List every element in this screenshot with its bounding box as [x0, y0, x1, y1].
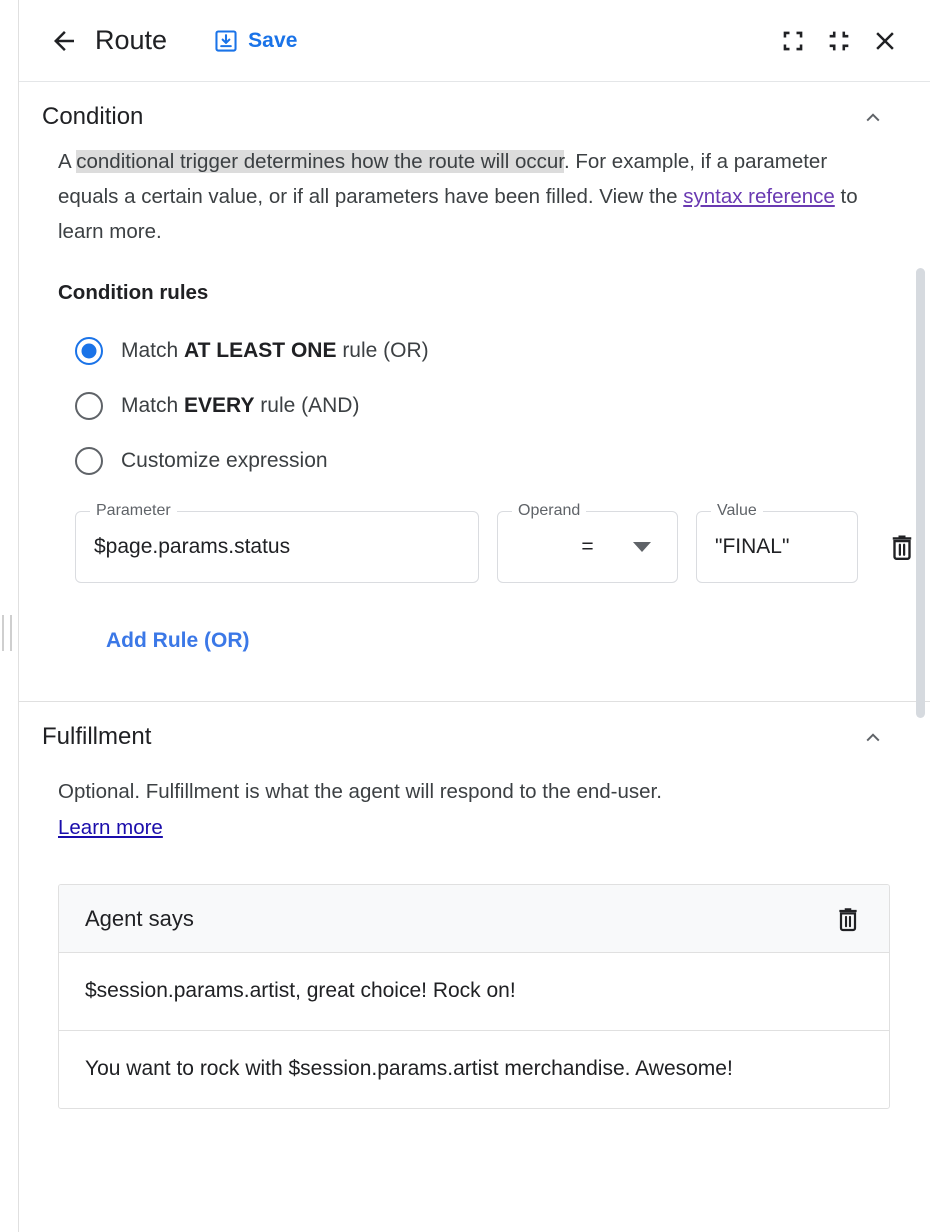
save-download-icon: [213, 28, 239, 54]
condition-rules-radio-group: Match AT LEAST ONE rule (OR) Match EVERY…: [58, 323, 890, 488]
radio-label: Match EVERY rule (AND): [121, 394, 359, 418]
scrollbar-track[interactable]: [914, 82, 928, 1232]
parameter-field-label: Parameter: [90, 502, 177, 520]
fullscreen-exit-icon: [825, 27, 853, 55]
radio-indicator: [75, 447, 103, 475]
chevron-up-icon: [860, 724, 886, 750]
condition-description: A conditional trigger determines how the…: [58, 144, 888, 249]
fulfillment-description: Optional. Fulfillment is what the agent …: [58, 774, 890, 846]
arrow-back-icon: [49, 26, 79, 56]
radio-label-prefix: Match: [121, 394, 184, 417]
back-button[interactable]: [43, 20, 85, 62]
agent-says-title: Agent says: [85, 906, 194, 932]
route-panel: Route Save: [0, 0, 930, 1232]
radio-label-strong: AT LEAST ONE: [184, 339, 336, 362]
fulfillment-section-body: Optional. Fulfillment is what the agent …: [19, 774, 930, 1109]
fullscreen-icon: [779, 27, 807, 55]
agent-message-row[interactable]: $session.params.artist, great choice! Ro…: [59, 953, 889, 1031]
desc-highlighted-text: conditional trigger determines how the r…: [76, 150, 564, 173]
radio-match-every[interactable]: Match EVERY rule (AND): [58, 378, 890, 433]
agent-says-card-header: Agent says: [59, 885, 889, 953]
save-button-label: Save: [248, 29, 297, 53]
trash-icon: [887, 532, 917, 562]
operand-field-label: Operand: [512, 502, 586, 520]
operand-select[interactable]: Operand =: [497, 511, 678, 583]
radio-indicator: [75, 337, 103, 365]
agent-says-card: Agent says $session.params.artist, great…: [58, 884, 890, 1109]
close-icon: [870, 26, 900, 56]
condition-section-body: A conditional trigger determines how the…: [19, 144, 930, 663]
condition-rules-label: Condition rules: [58, 281, 890, 305]
condition-rule-row: Parameter $page.params.status Operand = …: [58, 511, 890, 583]
radio-indicator: [75, 392, 103, 420]
radio-label-suffix: rule (AND): [254, 394, 359, 417]
condition-collapse-button[interactable]: [856, 100, 890, 134]
trash-icon: [834, 905, 862, 933]
radio-customize-expression[interactable]: Customize expression: [58, 433, 890, 488]
operand-field-value: =: [581, 535, 593, 559]
learn-more-link[interactable]: Learn more: [58, 816, 163, 839]
syntax-reference-link[interactable]: syntax reference: [683, 185, 835, 208]
add-rule-button[interactable]: Add Rule (OR): [98, 619, 257, 663]
collapse-button[interactable]: [816, 18, 862, 64]
value-field-label: Value: [711, 502, 763, 520]
parameter-field-value: $page.params.status: [76, 535, 308, 559]
radio-match-at-least-one[interactable]: Match AT LEAST ONE rule (OR): [58, 323, 890, 378]
radio-label: Match AT LEAST ONE rule (OR): [121, 339, 429, 363]
fulfillment-section-header[interactable]: Fulfillment: [19, 702, 930, 764]
fulfillment-section-title: Fulfillment: [42, 723, 151, 751]
fulfillment-section: Fulfillment Optional. Fulfillment is wha…: [19, 702, 930, 1109]
value-field-value: "FINAL": [697, 535, 807, 559]
expand-button[interactable]: [770, 18, 816, 64]
save-button[interactable]: Save: [211, 24, 299, 58]
panel-resize-handle[interactable]: [2, 615, 12, 651]
value-field[interactable]: Value "FINAL": [696, 511, 858, 583]
radio-label-suffix: rule (OR): [336, 339, 428, 362]
panel-header: Route Save: [19, 0, 930, 82]
desc-lead: A: [58, 150, 76, 173]
agent-message-row[interactable]: You want to rock with $session.params.ar…: [59, 1031, 889, 1108]
resize-grip-bar: [2, 615, 4, 651]
close-button[interactable]: [862, 18, 908, 64]
condition-section: Condition A conditional trigger determin…: [19, 82, 930, 702]
radio-label-strong: EVERY: [184, 394, 254, 417]
fulfillment-description-text: Optional. Fulfillment is what the agent …: [58, 780, 662, 803]
fulfillment-collapse-button[interactable]: [856, 720, 890, 754]
panel-body: Condition A conditional trigger determin…: [19, 82, 930, 1232]
radio-label-prefix: Customize expression: [121, 449, 328, 472]
radio-label-prefix: Match: [121, 339, 184, 362]
chevron-up-icon: [860, 104, 886, 130]
resize-grip-bar: [10, 615, 12, 651]
condition-section-header[interactable]: Condition: [19, 82, 930, 144]
parameter-field[interactable]: Parameter $page.params.status: [75, 511, 479, 583]
delete-agent-says-button[interactable]: [827, 898, 869, 940]
condition-section-title: Condition: [42, 103, 143, 131]
scrollbar-thumb[interactable]: [916, 268, 925, 718]
caret-down-icon: [633, 542, 651, 552]
page-title: Route: [95, 25, 167, 56]
radio-label: Customize expression: [121, 449, 328, 473]
